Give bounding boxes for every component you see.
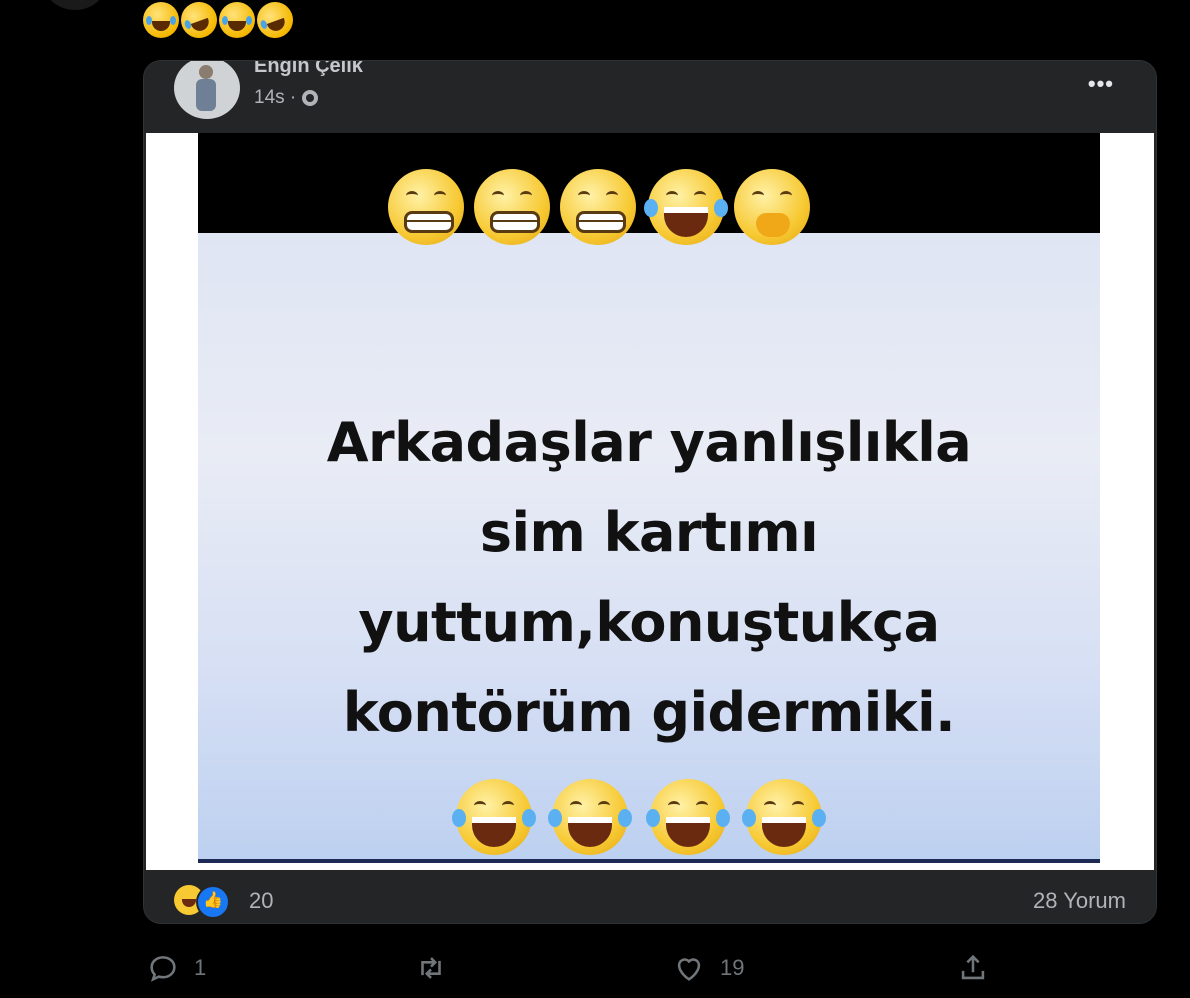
like-button[interactable]: 19	[672, 948, 744, 988]
meme-text-line-1: Arkadaşlar yanlışlıkla	[326, 411, 972, 474]
meme-bottom-edge	[198, 859, 1100, 863]
hand-over-mouth-face-icon	[734, 169, 810, 245]
reactions-count: 20	[249, 888, 274, 913]
grimacing-face-icon	[388, 169, 464, 245]
grimacing-face-icon	[474, 169, 550, 245]
rolling-on-floor-laughing-icon	[251, 0, 299, 44]
rolling-on-floor-laughing-icon	[175, 0, 223, 44]
grimacing-face-icon	[560, 169, 636, 245]
like-count: 19	[720, 955, 745, 980]
meme-image: Arkadaşlar yanlışlıkla sim kartımı yuttu…	[198, 133, 1100, 863]
face-with-tears-of-joy-icon	[143, 2, 179, 38]
author-name: Engin Çelik	[254, 60, 363, 77]
meme-text-line-3: yuttum,konuştukça	[358, 591, 940, 654]
laughing-tears-face-icon	[646, 779, 730, 855]
tweet-text	[143, 0, 299, 44]
meme-text-line-4: kontörüm gidermiki.	[342, 681, 956, 744]
tweet-author-avatar[interactable]	[40, 0, 110, 10]
globe-icon	[302, 90, 319, 106]
retweet-button[interactable]	[414, 948, 462, 988]
share-button[interactable]	[956, 948, 990, 988]
laughing-tears-face-icon	[742, 779, 826, 855]
meme-text-line-2: sim kartımı	[479, 501, 819, 564]
share-icon	[961, 954, 985, 980]
post-time-text: 14s ·	[254, 87, 297, 108]
post-image: Arkadaşlar yanlışlıkla sim kartımı yuttu…	[146, 133, 1154, 870]
reply-button[interactable]: 1	[146, 948, 206, 988]
post-time: 14s ·	[254, 87, 319, 109]
laughing-tears-face-icon	[644, 169, 728, 245]
laughing-tears-face-icon	[452, 779, 536, 855]
reply-icon	[150, 956, 176, 982]
post-footer: 👍 20 28 Yorum	[144, 870, 1156, 923]
tweet-actions: 1 19	[0, 940, 1190, 998]
reply-count: 1	[194, 955, 207, 980]
retweet-icon	[421, 957, 441, 979]
author-avatar	[174, 61, 240, 119]
face-with-tears-of-joy-icon	[219, 2, 255, 38]
comments-count: 28 Yorum	[1033, 888, 1126, 913]
laughing-tears-face-icon	[548, 779, 632, 855]
like-reaction-icon: 👍	[196, 885, 230, 919]
embedded-facebook-post[interactable]: Engin Çelik 14s · ••• Arkadaşlar yanlışl…	[143, 60, 1157, 924]
more-options-icon: •••	[1087, 71, 1114, 96]
heart-icon	[677, 958, 701, 981]
post-header: Engin Çelik 14s · •••	[144, 61, 1156, 133]
